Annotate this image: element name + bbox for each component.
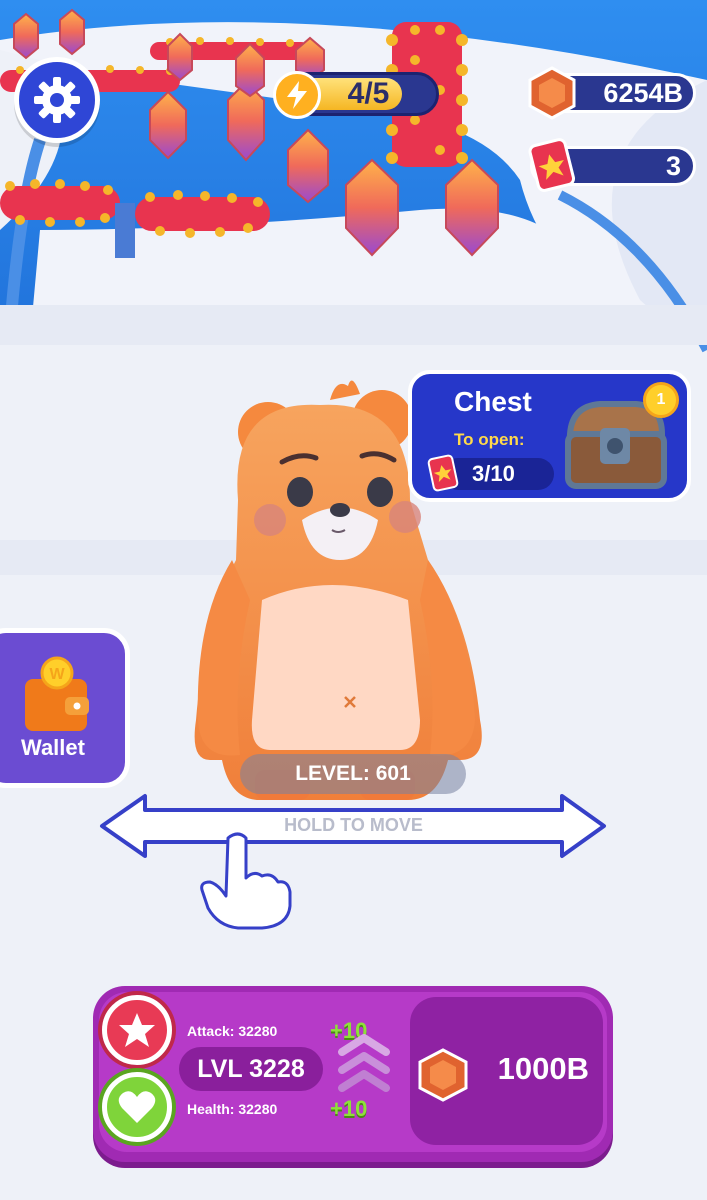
wallet-button[interactable]: W Wallet: [0, 628, 130, 788]
star-card-icon: [528, 138, 576, 192]
chest-progress-value: 3/10: [472, 461, 515, 486]
chest-panel[interactable]: Chest To open: 3/10 1: [408, 370, 691, 502]
card-count: 3: [665, 150, 681, 181]
gem-icon: [418, 1048, 468, 1102]
coin-badge-value: 1: [656, 391, 666, 408]
gem-icon: [528, 66, 576, 120]
star-card-icon: [427, 454, 459, 492]
chest-subtitle: To open:: [454, 430, 525, 449]
wallet-label: Wallet: [21, 735, 85, 760]
star-icon: [119, 1013, 155, 1047]
wallet-coin-letter: W: [49, 666, 65, 683]
gear-icon: [34, 77, 80, 123]
energy-bar: 4/5: [273, 71, 439, 119]
health-stat: Health: 32280: [187, 1101, 278, 1117]
health-bonus: +10: [330, 1096, 368, 1121]
wallet-icon: W: [25, 656, 89, 731]
upgrade-cost: 1000B: [497, 1051, 589, 1086]
pointer-hand-icon: [200, 832, 292, 930]
game-scene[interactable]: 4/5 6254B 3 Chest To open: 3/10 1 W Wall…: [0, 0, 707, 1200]
level-indicator: LEVEL: 601: [240, 754, 466, 794]
hold-to-move-hint: HOLD TO MOVE: [284, 815, 423, 835]
chest-title: Chest: [454, 386, 532, 417]
upgrade-button[interactable]: 1000B: [410, 997, 603, 1145]
settings-button[interactable]: [14, 57, 100, 143]
coin-badge: 1: [643, 382, 679, 418]
health-badge: [102, 1072, 172, 1142]
attack-badge: [102, 995, 172, 1065]
gem-count: 6254B: [603, 77, 683, 108]
lightning-icon: [273, 71, 321, 119]
attack-stat: Attack: 32280: [187, 1023, 278, 1039]
upgrade-chevrons-icon: [338, 1034, 390, 1092]
player-level: LVL 3228: [179, 1047, 323, 1091]
heart-icon: [118, 1091, 156, 1123]
